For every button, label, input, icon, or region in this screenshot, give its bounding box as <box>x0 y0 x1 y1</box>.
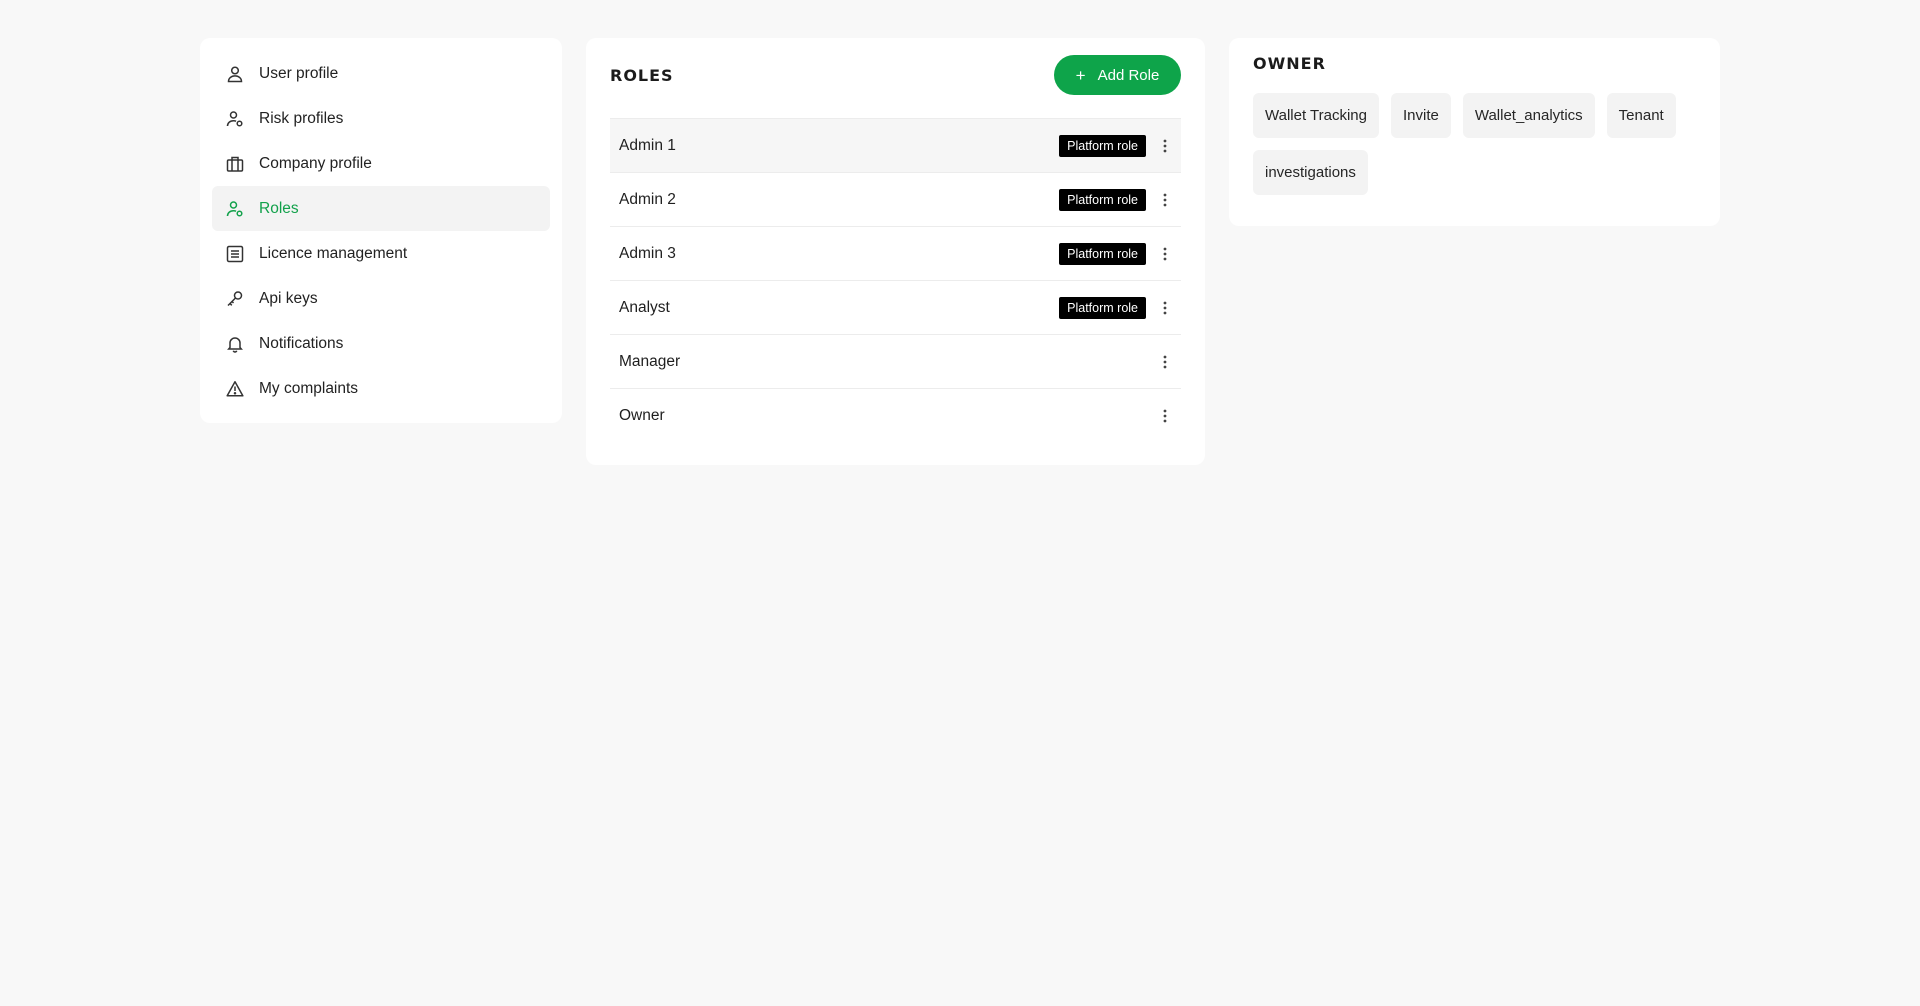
platform-role-badge: Platform role <box>1059 296 1146 319</box>
sidebar-item-label: Risk profiles <box>259 109 344 127</box>
sidebar-item-label: User profile <box>259 64 339 82</box>
sidebar-item-user-profile[interactable]: User profile <box>212 51 550 96</box>
permission-chip: Wallet Tracking <box>1253 93 1379 138</box>
roles-list: Admin 1 Platform role Admin 2 Platform r… <box>610 118 1181 443</box>
more-options-icon[interactable] <box>1158 298 1172 318</box>
briefcase-icon <box>225 154 245 174</box>
role-row[interactable]: Owner <box>610 389 1181 443</box>
sidebar-item-my-complaints[interactable]: My complaints <box>212 366 550 411</box>
bell-icon <box>225 334 245 354</box>
more-options-icon[interactable] <box>1158 190 1172 210</box>
more-options-icon[interactable] <box>1158 136 1172 156</box>
more-options-icon[interactable] <box>1158 352 1172 372</box>
roles-title: ROLES <box>610 65 674 85</box>
add-role-button[interactable]: + Add Role <box>1054 55 1181 95</box>
role-row[interactable]: Admin 3 Platform role <box>610 227 1181 281</box>
user-settings-icon <box>225 109 245 129</box>
permission-chips: Wallet Tracking Invite Wallet_analytics … <box>1253 93 1696 195</box>
permission-chip: investigations <box>1253 150 1368 195</box>
permission-chip: Tenant <box>1606 93 1676 138</box>
role-row[interactable]: Admin 2 Platform role <box>610 173 1181 227</box>
sidebar-item-risk-profiles[interactable]: Risk profiles <box>212 96 550 141</box>
sidebar-item-label: Licence management <box>259 244 408 262</box>
roles-header: ROLES + Add Role <box>610 55 1181 95</box>
sidebar-item-label: Api keys <box>259 289 318 307</box>
platform-role-badge: Platform role <box>1059 242 1146 265</box>
sidebar-item-licence-management[interactable]: Licence management <box>212 231 550 276</box>
key-icon <box>225 289 245 309</box>
role-name: Admin 1 <box>619 136 676 154</box>
roles-panel: ROLES + Add Role Admin 1 Platform role A… <box>586 38 1205 465</box>
more-options-icon[interactable] <box>1158 406 1172 426</box>
settings-sidebar: User profile Risk profiles Company profi… <box>200 38 562 423</box>
plus-icon: + <box>1075 65 1086 85</box>
role-row[interactable]: Manager <box>610 335 1181 389</box>
more-options-icon[interactable] <box>1158 244 1172 264</box>
role-name: Analyst <box>619 298 670 316</box>
role-detail-panel: OWNER Wallet Tracking Invite Wallet_anal… <box>1229 38 1720 226</box>
sidebar-item-roles[interactable]: Roles <box>212 186 550 231</box>
role-name: Manager <box>619 352 681 370</box>
platform-role-badge: Platform role <box>1059 188 1146 211</box>
role-name: Admin 2 <box>619 190 676 208</box>
permission-chip: Invite <box>1390 93 1451 138</box>
sidebar-item-label: Roles <box>259 199 299 217</box>
role-name: Owner <box>619 407 665 424</box>
sidebar-item-notifications[interactable]: Notifications <box>212 321 550 366</box>
sidebar-item-label: Notifications <box>259 334 344 352</box>
user-icon <box>225 64 245 84</box>
sidebar-item-company-profile[interactable]: Company profile <box>212 141 550 186</box>
role-row[interactable]: Admin 1 Platform role <box>610 119 1181 173</box>
role-row[interactable]: Analyst Platform role <box>610 281 1181 335</box>
role-name: Admin 3 <box>619 244 676 262</box>
role-detail-title: OWNER <box>1253 54 1326 73</box>
document-list-icon <box>225 244 245 264</box>
sidebar-item-label: Company profile <box>259 154 372 172</box>
sidebar-item-label: My complaints <box>259 379 359 397</box>
warning-icon <box>225 379 245 399</box>
sidebar-item-api-keys[interactable]: Api keys <box>212 276 550 321</box>
user-role-icon <box>225 199 245 219</box>
platform-role-badge: Platform role <box>1059 134 1146 157</box>
permission-chip: Wallet_analytics <box>1462 93 1595 138</box>
add-role-label: Add Role <box>1097 66 1160 84</box>
